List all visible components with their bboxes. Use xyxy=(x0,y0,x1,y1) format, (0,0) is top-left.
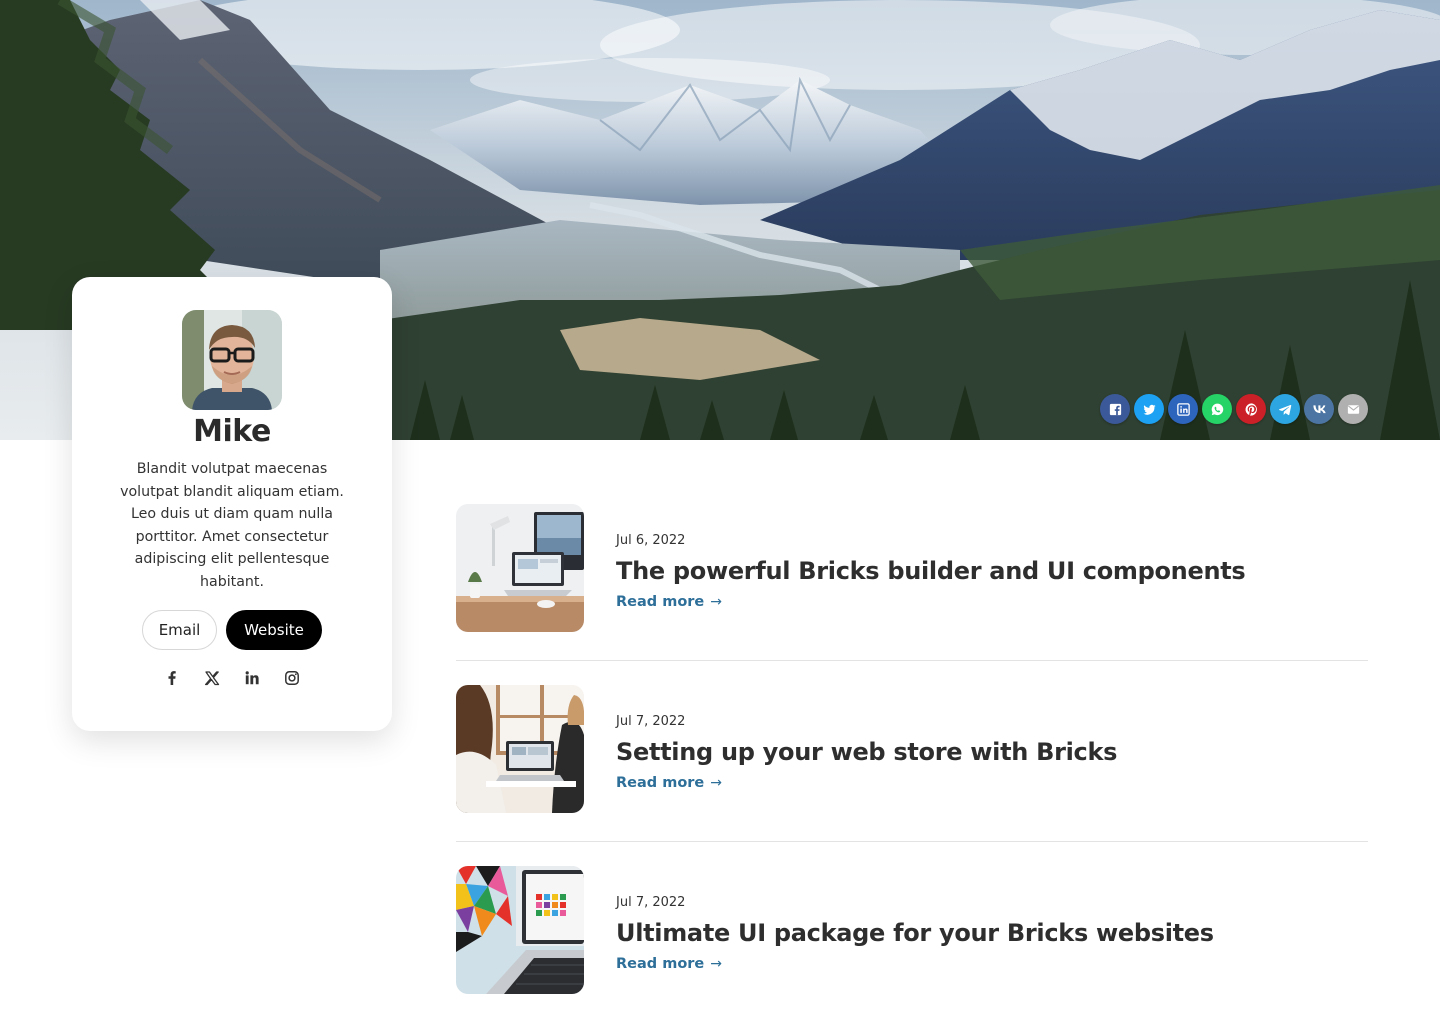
share-facebook-button[interactable] xyxy=(1100,394,1130,424)
social-linkedin-link[interactable] xyxy=(243,669,261,687)
post-thumbnail[interactable] xyxy=(456,685,584,813)
post-body: Jul 7, 2022 Ultimate UI package for your… xyxy=(616,889,1214,972)
website-button[interactable]: Website xyxy=(226,610,322,650)
post-item: Jul 7, 2022 Ultimate UI package for your… xyxy=(456,866,1368,994)
post-item: Jul 7, 2022 Setting up your web store wi… xyxy=(456,685,1368,813)
arrow-right-icon: → xyxy=(710,774,723,791)
divider xyxy=(456,841,1368,842)
post-date: Jul 6, 2022 xyxy=(616,532,686,548)
read-more-label: Read more xyxy=(616,955,705,972)
whatsapp-icon xyxy=(1211,403,1223,415)
post-thumbnail[interactable] xyxy=(456,504,584,632)
post-body: Jul 6, 2022 The powerful Bricks builder … xyxy=(616,527,1246,610)
linkedin-icon xyxy=(245,671,259,685)
avatar-photo xyxy=(182,310,282,410)
vk-icon xyxy=(1312,404,1326,413)
social-instagram-link[interactable] xyxy=(283,669,301,687)
email-button[interactable]: Email xyxy=(142,610,217,650)
profile-name: Mike xyxy=(193,414,271,449)
arrow-right-icon: → xyxy=(710,955,723,972)
linkedin-icon xyxy=(1176,402,1190,416)
share-telegram-button[interactable] xyxy=(1270,394,1300,424)
pinterest-icon xyxy=(1244,402,1257,416)
read-more-label: Read more xyxy=(616,774,705,791)
share-twitter-button[interactable] xyxy=(1134,394,1164,424)
read-more-link[interactable]: Read more → xyxy=(616,956,1214,972)
share-buttons xyxy=(1100,394,1368,424)
instagram-icon xyxy=(285,671,299,685)
colorful-laptop-image xyxy=(456,866,584,994)
share-whatsapp-button[interactable] xyxy=(1202,394,1232,424)
post-title[interactable]: Ultimate UI package for your Bricks webs… xyxy=(616,918,1214,948)
post-title[interactable]: The powerful Bricks builder and UI compo… xyxy=(616,556,1246,586)
post-body: Jul 7, 2022 Setting up your web store wi… xyxy=(616,708,1117,791)
post-thumbnail[interactable] xyxy=(456,866,584,994)
divider xyxy=(456,660,1368,661)
avatar xyxy=(182,310,282,410)
profile-actions: Email Website xyxy=(142,610,322,650)
facebook-icon xyxy=(1109,403,1121,415)
profile-bio: Blandit volutpat maecenas volutpat bland… xyxy=(120,461,344,590)
arrow-right-icon: → xyxy=(710,593,723,610)
profile-card: Mike Blandit volutpat maecenas volutpat … xyxy=(72,277,392,731)
social-facebook-link[interactable] xyxy=(163,669,181,687)
people-at-laptop-image xyxy=(456,685,584,813)
share-email-button[interactable] xyxy=(1338,394,1368,424)
twitter-icon xyxy=(1142,404,1156,415)
post-item: Jul 6, 2022 The powerful Bricks builder … xyxy=(456,504,1368,632)
share-linkedin-button[interactable] xyxy=(1168,394,1198,424)
social-links xyxy=(163,669,301,687)
post-list: Jul 6, 2022 The powerful Bricks builder … xyxy=(456,504,1368,994)
read-more-link[interactable]: Read more → xyxy=(616,594,1245,610)
post-title[interactable]: Setting up your web store with Bricks xyxy=(616,737,1117,767)
read-more-link[interactable]: Read more → xyxy=(616,775,1117,791)
facebook-icon xyxy=(168,671,176,685)
post-date: Jul 7, 2022 xyxy=(616,713,686,729)
share-pinterest-button[interactable] xyxy=(1236,394,1266,424)
telegram-icon xyxy=(1278,404,1291,415)
read-more-label: Read more xyxy=(616,593,705,610)
share-vk-button[interactable] xyxy=(1304,394,1334,424)
email-icon xyxy=(1347,404,1359,414)
social-x-link[interactable] xyxy=(203,669,221,687)
desk-setup-image xyxy=(456,504,584,632)
x-icon xyxy=(204,671,220,686)
post-date: Jul 7, 2022 xyxy=(616,894,686,910)
